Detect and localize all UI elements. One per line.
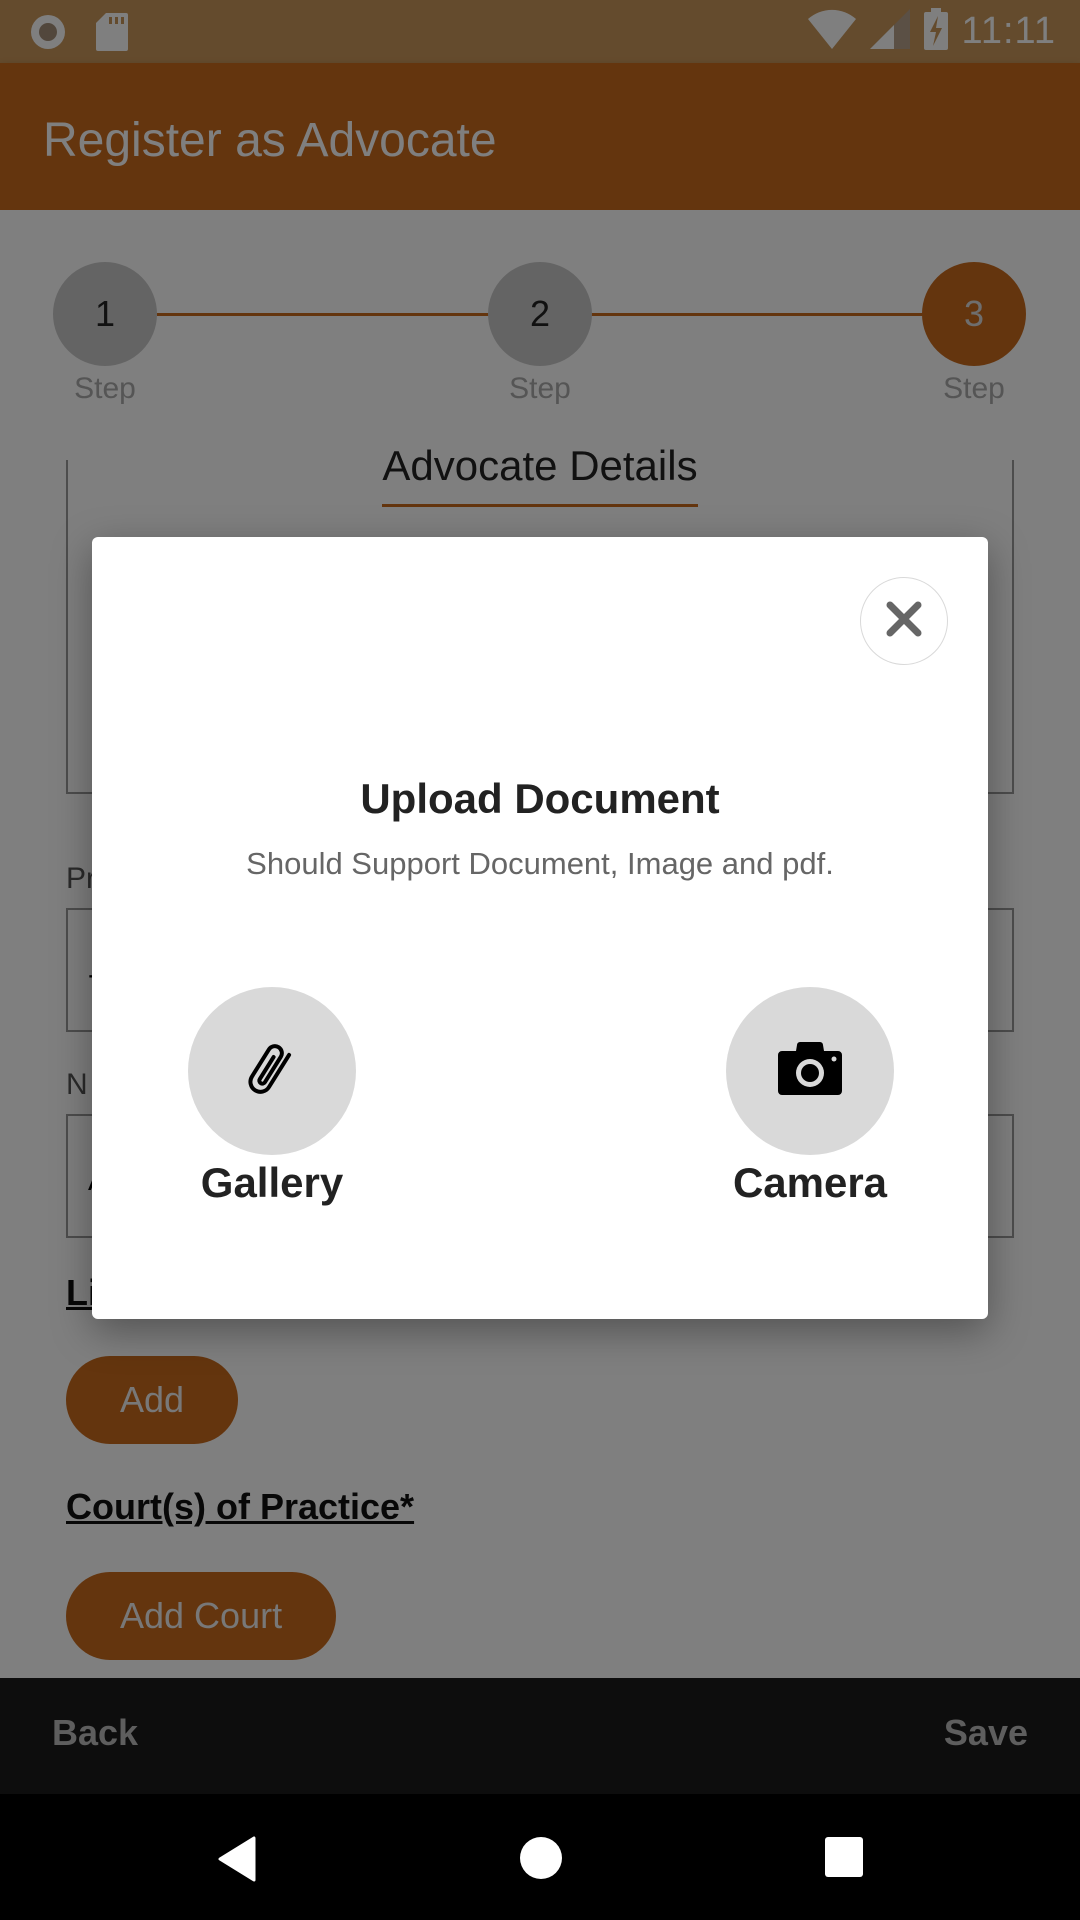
camera-option[interactable]: Camera bbox=[710, 987, 910, 1207]
system-nav-bar bbox=[0, 1794, 1080, 1920]
camera-icon bbox=[777, 1041, 843, 1102]
paperclip-icon bbox=[237, 1034, 307, 1109]
close-button[interactable] bbox=[860, 577, 948, 665]
camera-button[interactable] bbox=[726, 987, 894, 1155]
gallery-label: Gallery bbox=[200, 1159, 344, 1206]
nav-home-icon[interactable] bbox=[519, 1836, 563, 1885]
upload-document-dialog: Upload Document Should Support Document,… bbox=[92, 537, 988, 1319]
gallery-button[interactable] bbox=[188, 987, 356, 1155]
close-icon bbox=[884, 599, 924, 644]
nav-recents-icon[interactable] bbox=[824, 1836, 864, 1883]
camera-label: Camera bbox=[732, 1159, 888, 1206]
dialog-title: Upload Document bbox=[360, 775, 720, 822]
gallery-option[interactable]: Gallery bbox=[172, 987, 372, 1207]
dialog-subtitle: Should Support Document, Image and pdf. bbox=[246, 846, 834, 881]
nav-back-icon[interactable] bbox=[216, 1836, 256, 1887]
